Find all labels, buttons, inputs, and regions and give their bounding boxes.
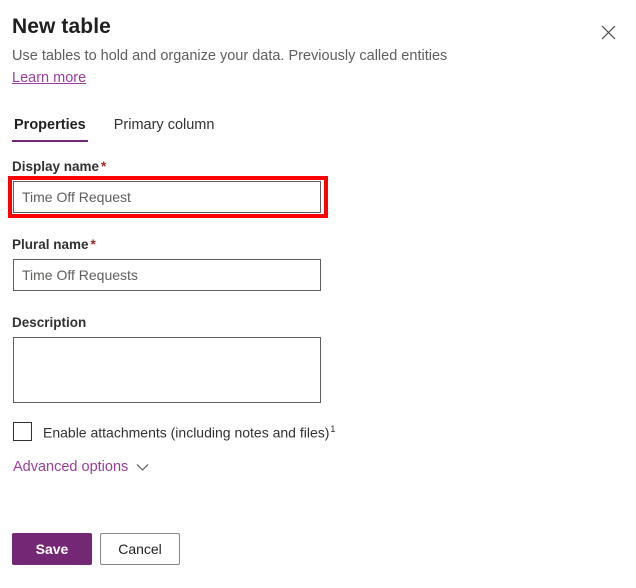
description-label: Description [12, 314, 86, 332]
new-table-panel: New table Use tables to hold and organiz… [0, 0, 636, 588]
enable-attachments-row[interactable]: Enable attachments (including notes and … [13, 420, 335, 443]
display-name-label-text: Display name [12, 159, 99, 174]
panel-tabs: Properties Primary column [12, 116, 216, 142]
chevron-down-icon [136, 460, 149, 475]
close-button[interactable] [594, 18, 622, 46]
advanced-options-toggle[interactable]: Advanced options [13, 458, 149, 476]
plural-name-required-marker: * [91, 237, 96, 252]
plural-name-label: Plural name* [12, 236, 96, 254]
tab-primary-column[interactable]: Primary column [112, 116, 217, 142]
display-name-label: Display name* [12, 158, 106, 176]
description-input[interactable] [13, 337, 321, 403]
display-name-required-marker: * [101, 159, 106, 174]
advanced-options-label: Advanced options [13, 458, 128, 476]
enable-attachments-footnote: 1 [330, 424, 335, 434]
page-title: New table [12, 14, 572, 40]
enable-attachments-checkbox[interactable] [13, 422, 32, 441]
tab-properties[interactable]: Properties [12, 116, 88, 142]
plural-name-label-text: Plural name [12, 237, 89, 252]
enable-attachments-label: Enable attachments (including notes and … [43, 420, 335, 443]
save-button[interactable]: Save [12, 533, 92, 565]
panel-subtitle: Use tables to hold and organize your dat… [12, 46, 572, 66]
display-name-input[interactable] [13, 181, 321, 213]
cancel-button[interactable]: Cancel [100, 533, 180, 565]
panel-header: New table Use tables to hold and organiz… [12, 14, 572, 88]
close-icon [601, 25, 616, 40]
enable-attachments-label-text: Enable attachments (including notes and … [43, 425, 329, 441]
learn-more-link[interactable]: Learn more [12, 68, 86, 88]
plural-name-input[interactable] [13, 259, 321, 291]
panel-footer: Save Cancel [12, 533, 180, 565]
